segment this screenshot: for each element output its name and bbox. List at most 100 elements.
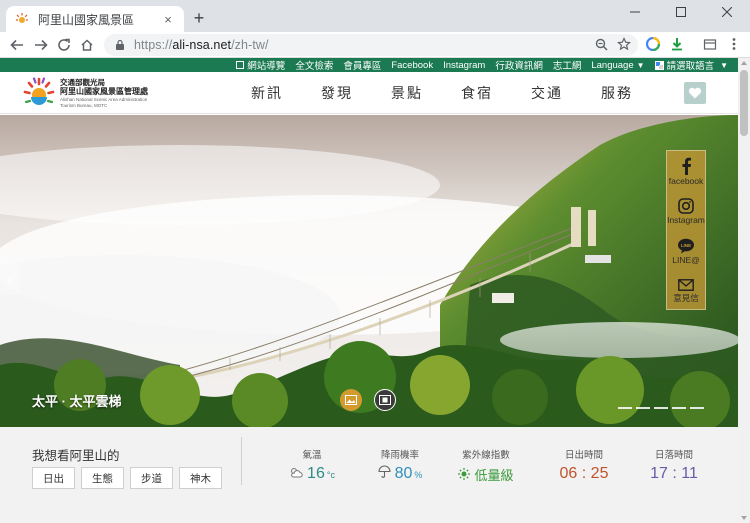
url-text: https://ali-nsa.net/zh-tw/ — [134, 38, 269, 52]
social-mail[interactable]: 意見信 — [667, 271, 705, 311]
rain-unit: % — [414, 470, 423, 480]
volunteer-link[interactable]: 志工網 — [553, 58, 582, 72]
photo-mode-button[interactable] — [340, 389, 362, 411]
nav-item-attractions[interactable]: 景點 — [372, 83, 442, 103]
slider-dot[interactable] — [636, 407, 650, 409]
nav-item-transport[interactable]: 交通 — [512, 83, 582, 103]
tag-sunrise[interactable]: 日出 — [32, 467, 75, 489]
sitemap-link[interactable]: 網站導覽 — [236, 58, 285, 72]
select-caret-icon: ▼ — [720, 60, 728, 70]
favorites-button[interactable] — [684, 82, 706, 104]
address-bar[interactable]: https://ali-nsa.net/zh-tw/ — [104, 34, 638, 56]
logo-text: 交通部觀光局 阿里山國家風景區管理處 Alishan National Scen… — [60, 78, 148, 109]
nav-item-discover[interactable]: 發現 — [302, 83, 372, 103]
interest-tags: 日出 生態 步道 神木 — [32, 467, 228, 489]
extension-puzzle-icon[interactable] — [702, 36, 718, 52]
page-scrollbar[interactable] — [738, 58, 750, 523]
search-link[interactable]: 全文檢索 — [295, 58, 333, 72]
logo-english-bureau: Tourism Bureau, MOTC — [60, 102, 108, 108]
slider-dot[interactable] — [690, 407, 704, 409]
info-bar: 我想看阿里山的 日出 生態 步道 神木 氣溫 16 °c 降雨機率 80 % 紫… — [0, 427, 738, 523]
instagram-icon — [678, 197, 694, 214]
translate-select[interactable]: 請選取語言 ▼ — [654, 58, 728, 72]
scrollbar-thumb[interactable] — [740, 70, 748, 136]
member-link[interactable]: 會員專區 — [343, 58, 381, 72]
zoom-icon[interactable] — [592, 35, 610, 53]
temperature-unit: °c — [326, 470, 335, 480]
utility-links-bar: 網站導覽 全文檢索 會員專區 Facebook Instagram 行政資訊網 … — [0, 58, 738, 72]
language-dropdown[interactable]: Language ▼ — [591, 60, 644, 71]
stat-temperature: 氣溫 16 °c — [272, 447, 352, 483]
uv-value: 低量級 — [474, 468, 514, 483]
umbrella-icon — [378, 465, 391, 478]
tab-title: 阿里山國家風景區 — [38, 12, 135, 27]
image-icon — [345, 395, 357, 405]
sitemap-icon — [236, 61, 245, 69]
instagram-link[interactable]: Instagram — [443, 60, 485, 71]
nav-item-food-lodging[interactable]: 食宿 — [442, 83, 512, 103]
sun-logo-icon — [23, 77, 55, 105]
forward-arrow-icon[interactable] — [31, 35, 51, 55]
facebook-link[interactable]: Facebook — [391, 60, 433, 71]
social-line[interactable]: LINE LINE@ — [667, 231, 705, 271]
uv-icon — [458, 468, 471, 480]
site-favicon-icon — [14, 11, 30, 27]
tag-ecology[interactable]: 生態 — [81, 467, 124, 489]
slide-caption: 太平 · 太平雲梯 — [32, 394, 122, 409]
stat-sunset: 日落時間 17 : 11 — [650, 450, 698, 482]
site-logo[interactable]: 交通部觀光局 阿里山國家風景區管理處 Alishan National Scen… — [22, 76, 162, 110]
sunrise-time: 06 : 25 — [559, 465, 609, 482]
maximize-button[interactable] — [658, 0, 704, 24]
browser-menu-icon[interactable] — [726, 36, 742, 52]
site-header: 交通部觀光局 阿里山國家風景區管理處 Alishan National Scen… — [0, 72, 738, 114]
social-instagram[interactable]: Instagram — [667, 191, 705, 231]
slider-dot[interactable] — [672, 407, 686, 409]
browser-window: 阿里山國家風景區 × + https://ali-nsa.net/zh-tw/ … — [0, 0, 750, 523]
sun-cloud-icon — [289, 466, 303, 478]
social-facebook[interactable]: facebook — [667, 151, 705, 191]
facebook-icon — [682, 157, 691, 175]
wish-heading: 我想看阿里山的 — [32, 449, 120, 463]
svg-text:LINE: LINE — [681, 243, 691, 248]
film-icon — [379, 395, 391, 405]
video-mode-button[interactable] — [374, 389, 396, 411]
temperature-value: 16 — [307, 465, 325, 482]
tag-trails[interactable]: 步道 — [130, 467, 173, 489]
google-translate-icon — [654, 60, 664, 70]
admin-info-link[interactable]: 行政資訊網 — [495, 58, 543, 72]
download-extension-icon[interactable] — [669, 36, 685, 52]
slider-pagination — [618, 407, 708, 409]
scroll-down-icon[interactable] — [741, 516, 747, 520]
reload-icon[interactable] — [54, 35, 74, 55]
stat-rain-chance: 降雨機率 80 % — [360, 447, 440, 483]
slider-dot[interactable] — [618, 407, 632, 409]
slider-prev-button[interactable]: ‹ — [0, 263, 20, 295]
divider — [241, 437, 242, 485]
caret-down-icon: ▼ — [636, 60, 645, 70]
close-window-button[interactable] — [704, 0, 750, 24]
nav-item-news[interactable]: 新訊 — [232, 83, 302, 103]
stat-uv-index: 紫外線指數 低量級 — [446, 447, 526, 484]
web-page: 網站導覽 全文檢索 會員專區 Facebook Instagram 行政資訊網 … — [0, 58, 738, 523]
browser-toolbar: https://ali-nsa.net/zh-tw/ — [0, 32, 750, 58]
social-sidebar: facebook Instagram LINE LINE@ 意見信 — [666, 150, 706, 310]
tag-sacred-tree[interactable]: 神木 — [179, 467, 222, 489]
lock-icon — [114, 39, 126, 51]
new-tab-button[interactable]: + — [190, 9, 208, 27]
rain-value: 80 — [394, 465, 413, 482]
back-arrow-icon[interactable] — [7, 35, 27, 55]
hero-slider[interactable]: ‹ 太平 · 太平雲梯 facebook Instagram LINE LINE… — [0, 115, 738, 427]
extension-color-icon[interactable] — [645, 36, 661, 52]
slider-dot[interactable] — [654, 407, 668, 409]
bookmark-star-icon[interactable] — [615, 35, 633, 53]
hero-landscape-image — [0, 115, 738, 427]
tab-strip: 阿里山國家風景區 × + — [0, 0, 750, 32]
browser-tab[interactable]: 阿里山國家風景區 × — [6, 6, 184, 32]
mail-icon — [678, 278, 694, 291]
tab-close-icon[interactable]: × — [160, 11, 176, 27]
minimize-button[interactable] — [612, 0, 658, 24]
nav-item-services[interactable]: 服務 — [582, 83, 652, 103]
home-icon[interactable] — [77, 35, 97, 55]
sunset-time: 17 : 11 — [650, 465, 698, 482]
scroll-up-icon[interactable] — [741, 61, 747, 65]
